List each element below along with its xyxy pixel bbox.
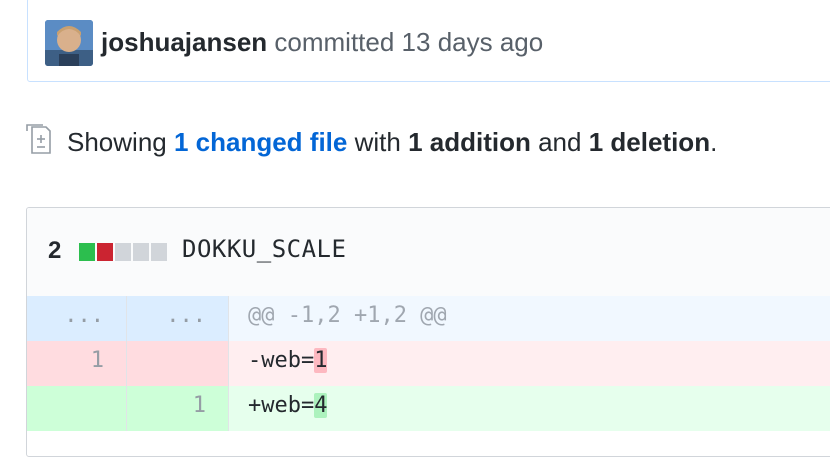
new-line-number[interactable] xyxy=(127,341,229,386)
code-prefix: +web= xyxy=(248,393,315,418)
commit-author-line: joshuajansen committed 13 days ago xyxy=(101,26,543,58)
hunk-header: @@ -1,2 +1,2 @@ xyxy=(248,303,447,328)
code-line: -web=1 xyxy=(229,341,328,386)
old-line-number[interactable]: ... xyxy=(27,296,127,341)
additions-count: 1 addition xyxy=(408,127,531,157)
changed-value-highlight: 1 xyxy=(314,348,328,373)
diff-line-del: 1 -web=1 xyxy=(27,341,830,386)
old-line-number[interactable] xyxy=(27,386,127,431)
hunk-header-row: ...... @@ -1,2 +1,2 @@ xyxy=(27,296,830,341)
summary-with: with xyxy=(354,127,401,157)
diffstat-block-added xyxy=(79,243,95,261)
diffstat-block-neutral xyxy=(151,243,167,261)
code-prefix: -web= xyxy=(248,348,315,373)
file-diff: 2 DOKKU_SCALE ...... @@ -1,2 +1,2 @@ 1 -web… xyxy=(26,207,830,457)
file-header: 2 DOKKU_SCALE xyxy=(27,208,830,297)
diff-table: ...... @@ -1,2 +1,2 @@ 1 -web=1 1 +web=4 xyxy=(27,296,830,431)
diffstat-block-deleted xyxy=(97,243,113,261)
file-name[interactable]: DOKKU_SCALE xyxy=(182,235,346,263)
deletions-count: 1 deletion xyxy=(588,127,711,157)
changed-value-highlight: 4 xyxy=(314,393,328,418)
commit-time: 13 days ago xyxy=(401,27,544,57)
changed-files-link[interactable]: 1 changed file xyxy=(174,127,347,157)
diff-file-icon xyxy=(26,124,51,154)
diffstat-block-neutral xyxy=(115,243,131,261)
old-line-number[interactable]: 1 xyxy=(27,341,127,386)
diff-summary: Showing 1 changed file with 1 addition a… xyxy=(67,126,717,158)
diffstat-blocks xyxy=(79,243,167,261)
diffstat-block-neutral xyxy=(133,243,149,261)
diffstat-count: 2 xyxy=(48,237,62,264)
avatar[interactable] xyxy=(45,20,93,66)
summary-end: . xyxy=(710,127,718,157)
summary-and: and xyxy=(538,127,582,157)
new-line-number[interactable]: ... xyxy=(127,296,229,341)
commit-action: committed xyxy=(274,27,395,57)
summary-prefix: Showing xyxy=(67,127,167,157)
author-link[interactable]: joshuajansen xyxy=(101,27,267,57)
new-line-number[interactable]: 1 xyxy=(127,386,229,431)
code-line: +web=4 xyxy=(229,386,328,431)
diff-line-add: 1 +web=4 xyxy=(27,386,830,431)
